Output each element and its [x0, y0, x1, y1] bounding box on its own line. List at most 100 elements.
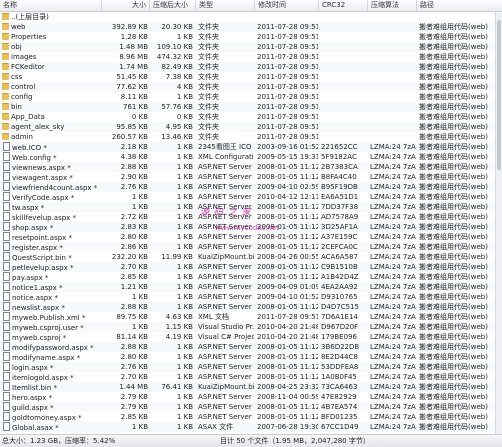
file-name: agent_alex_sky — [0, 122, 102, 132]
table-row[interactable]: Itemlist.bin * 1.44 MB 76.41 KB KuaiZipMoun… — [0, 382, 495, 392]
table-row[interactable]: control 77.62 KB 4 KB 文件夹 2011-07-28 09:51..… — [0, 82, 495, 92]
file-name-text: resetpoint.aspx * — [12, 234, 73, 242]
file-path: 搬者难组用代码(web) — [419, 23, 488, 31]
table-row[interactable]: web 392.89 KB 20.30 KB 文件夹 2011-07-28 09:51.… — [0, 22, 495, 32]
col-header-packed[interactable]: 压缩后大小 — [150, 0, 196, 11]
table-row[interactable]: modifyname.aspx * 2.80 KB 1 KB ASP.NET Serv… — [0, 352, 495, 362]
table-row[interactable]: web.ICO * 2.18 KB 1 KB 2345看图王 ICO ...2003-… — [0, 142, 495, 152]
table-row[interactable]: modifypassword.aspx * 2.88 KB 1 KB ASP.NET … — [0, 342, 495, 352]
file-packed-size: 1 KB — [176, 243, 193, 251]
col-header-size[interactable]: 大小 — [102, 0, 150, 11]
col-header-modified[interactable]: 修改时间 — [255, 0, 319, 11]
table-row[interactable]: register.aspx * 2.86 KB 1 KB ASP.NET Server… — [0, 242, 495, 252]
table-row[interactable]: resetpoint.aspx * 2.80 KB 1 KB ASP.NET Serv… — [0, 232, 495, 242]
col-header-name[interactable]: 名称 — [0, 0, 102, 11]
table-row[interactable]: viewfriend4count.aspx * 2.76 KB 1 KB ASP.NE… — [0, 182, 495, 192]
file-name-text: modifyname.aspx * — [12, 354, 81, 362]
table-row[interactable]: viewagent.aspx * 2.90 KB 1 KB ASP.NET Serve… — [0, 172, 495, 182]
file-name: myweb.csproj * — [0, 332, 102, 342]
table-row[interactable]: pay.aspx * 2.85 KB 1 KB ASP.NET Server ...2… — [0, 272, 495, 282]
file-crc: EA6A51D1 — [321, 193, 359, 201]
table-row[interactable]: notice1.aspx * 1.21 KB 1 KB ASP.NET Server … — [0, 282, 495, 292]
file-modified: 2011-07-28 09:51... — [257, 113, 318, 121]
file-modified: 2010-04-20 21:48... — [257, 333, 318, 341]
table-row[interactable]: App_Data 0 KB 0 KB 文件夹 2011-07-28 09:51... 搬者… — [0, 112, 495, 122]
col-header-method[interactable]: 压缩算法 — [368, 0, 417, 11]
file-method — [368, 72, 416, 82]
file-size: 2.83 KB — [120, 223, 148, 231]
table-row[interactable]: myweb.csproj * 81.14 KB 4.19 KB Visual C# P… — [0, 332, 495, 342]
file-name: resetpoint.aspx * — [0, 232, 102, 242]
file-name-text: itemlogold.aspx * — [12, 374, 74, 382]
file-size: 4.38 KB — [120, 153, 148, 161]
vertical-scrollbar[interactable] — [495, 12, 502, 434]
file-name-text: shop.aspx * — [12, 224, 54, 232]
file-size: 77.62 KB — [116, 83, 148, 91]
table-row[interactable]: viewnews.aspx * 2.88 KB 1 KB ASP.NET Server… — [0, 162, 495, 172]
file-name-text: VerifyCode.aspx * — [12, 194, 75, 202]
table-row[interactable]: newslist.aspx * 2.88 KB 1 KB ASP.NET Server… — [0, 302, 495, 312]
file-name-text: images — [11, 53, 37, 61]
status-total-size: 总大小：1.23 GB，压缩率：5.42% — [2, 437, 116, 445]
table-row[interactable]: guild.aspx * 2.79 KB 1 KB ASP.NET Server ..… — [0, 402, 495, 412]
file-modified: 2008-01-05 11:12... — [257, 213, 318, 221]
file-crc: 221652CC — [321, 143, 358, 151]
status-file-count: 目计 50 个文件（1.95 MB，2,047,280 字节） — [220, 437, 370, 445]
file-path: 搬者难组用代码(web) — [419, 173, 488, 181]
table-row[interactable]: css 51.45 KB 7.38 KB 文件夹 2011-07-28 09:51...… — [0, 72, 495, 82]
file-method — [368, 82, 416, 92]
file-name-text: Web.config * — [12, 154, 57, 162]
file-name: petlevelup.aspx * — [0, 262, 102, 272]
file-packed-size: 1 KB — [176, 413, 193, 421]
table-row[interactable]: myweb.Publish.xml * 89.75 KB 4.63 KB XML 文档… — [0, 312, 495, 322]
table-row[interactable]: FCKeditor 1.74 MB 82.49 KB 文件夹 2011-07-28 09… — [0, 62, 495, 72]
table-row[interactable]: ..(上层目录) — [0, 12, 495, 22]
table-row[interactable]: hero.aspx * 2.79 KB 1 KB ASP.NET Server ...… — [0, 392, 495, 402]
file-crc: A1B42D4Z — [321, 273, 359, 281]
table-row[interactable]: config 8.11 KB 1 KB 文件夹 2011-07-28 09:51... 搬… — [0, 92, 495, 102]
table-row[interactable]: myweb.csproj.user * 1 KB 1.15 KB Visual Stu… — [0, 322, 495, 332]
file-packed-size: 1 KB — [176, 223, 193, 231]
file-path: 搬者难组用代码(web) — [419, 303, 488, 311]
table-row[interactable]: Properties 1.28 KB 1 KB 文件夹 2011-07-28 09:51… — [0, 32, 495, 42]
file-path: 搬者难组用代码(web) — [419, 193, 488, 201]
scrollbar-thumb[interactable] — [497, 20, 501, 170]
table-row[interactable]: notice.aspx * 1 KB 1 KB ASP.NET Server ...2… — [0, 292, 495, 302]
file-method: LZMA:24 7zAES:19 — [370, 383, 416, 391]
file-path: 搬者难组用代码(web) — [419, 363, 488, 371]
file-name: login.aspx * — [0, 362, 102, 372]
table-row[interactable]: QuestScript.bin * 232.20 KB 11.99 KB KuaiZi… — [0, 252, 495, 262]
col-header-type[interactable]: 类型 — [196, 0, 255, 11]
table-row[interactable]: VerifyCode.aspx * 1 KB 1 KB ASP.NET Server … — [0, 192, 495, 202]
file-method: LZMA:24 7zAES:19 — [370, 263, 416, 271]
file-packed-size: 1 KB — [176, 343, 193, 351]
table-row[interactable]: Web.config * 4.38 KB 1 KB XML Configurati..… — [0, 152, 495, 162]
table-row[interactable]: Global.asax * 1 KB 1 KB ASAX 文件 2007-06-28 1… — [0, 422, 495, 432]
table-row[interactable]: admin 260.57 KB 13.46 KB 文件夹 2011-07-28 09:5… — [0, 132, 495, 142]
file-name: images — [0, 52, 102, 62]
file-name-text: web.ICO * — [12, 144, 47, 152]
file-method: LZMA:24 7zAES:19 — [370, 153, 416, 161]
table-row[interactable]: bin 761 KB 57.76 KB 文件夹 2011-07-28 09:51... 搬… — [0, 102, 495, 112]
table-row[interactable]: images 8.96 MB 474.32 KB 文件夹 2011-07-28 09:5… — [0, 52, 495, 62]
file-size: 2.72 KB — [120, 213, 148, 221]
col-header-path[interactable]: 路径 — [417, 0, 502, 11]
table-row[interactable]: goldtomoney.aspx * 2.85 KB 1 KB ASP.NET Ser… — [0, 412, 495, 422]
table-row[interactable]: itemlogold.aspx * 2.70 KB 1 KB ASP.NET Serv… — [0, 372, 495, 382]
file-type: 文件夹 — [198, 123, 219, 131]
table-row[interactable]: login.aspx * 2.76 KB 1 KB ASP.NET Server ..… — [0, 362, 495, 372]
table-row[interactable]: petlevelup.aspx * 2.70 KB 1 KB ASP.NET Serv… — [0, 262, 495, 272]
col-header-crc[interactable]: CRC32 — [319, 0, 368, 11]
file-crc — [319, 102, 367, 112]
table-row[interactable]: obj 1.48 MB 109.10 KB 文件夹 2011-07-28 09:51..… — [0, 42, 495, 52]
file-method: LZMA:24 7zAES:19 — [370, 163, 416, 171]
folder-icon — [2, 33, 9, 40]
file-method: LZMA:24 7zAES:19 — [370, 213, 416, 221]
file-packed-size: 1 KB — [176, 153, 193, 161]
file-modified: 2008-01-05 11:12... — [257, 343, 318, 351]
file-name-text: FCKeditor — [11, 63, 45, 71]
table-row[interactable]: agent_alex_sky 95.85 KB 4.95 KB 文件夹 2011-07-… — [0, 122, 495, 132]
file-type: KuaiZipMount.bin — [198, 253, 254, 261]
file-crc: 7DD37F38 — [321, 203, 359, 211]
file-size: 8.11 KB — [120, 93, 148, 101]
